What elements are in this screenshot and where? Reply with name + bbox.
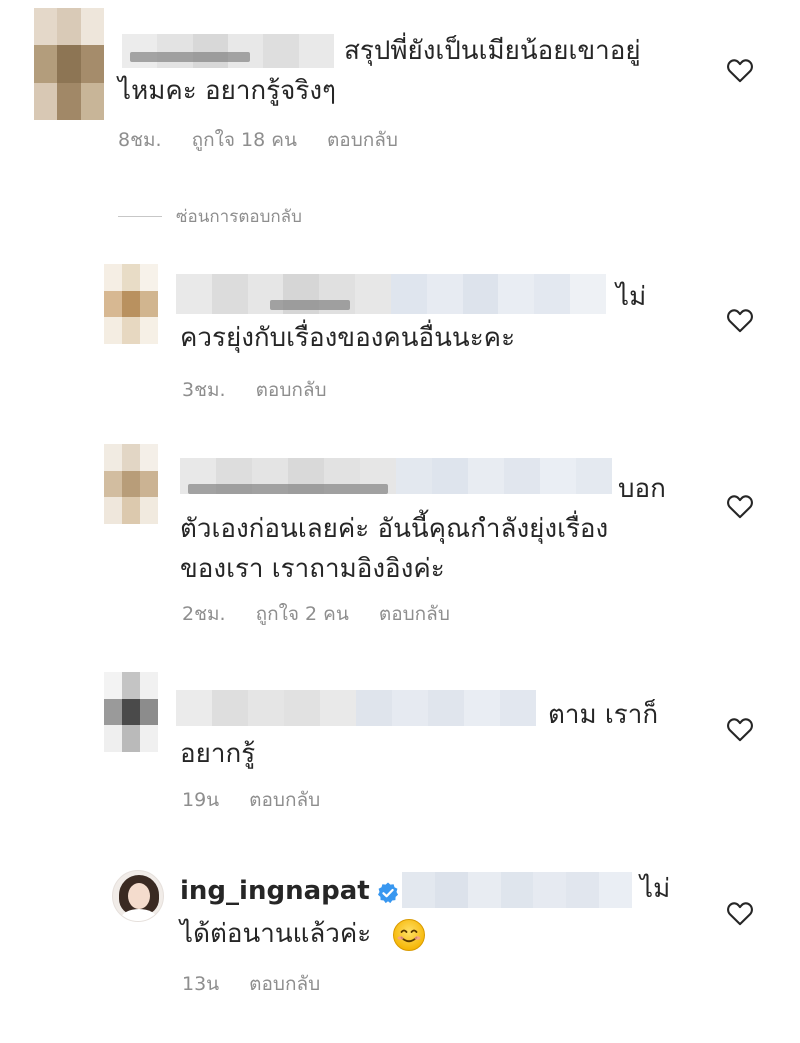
username-blurred[interactable] <box>176 274 606 314</box>
comment-time: 3ชม. <box>182 379 226 401</box>
comment-text-line: ตาม เราก็ <box>548 700 659 730</box>
smiling-face-emoji <box>392 918 426 952</box>
comment-username[interactable]: ing_ingnapat <box>180 876 370 906</box>
heart-outline-icon[interactable] <box>726 57 754 83</box>
avatar-pixelated[interactable] <box>104 672 158 752</box>
comment-text-line: ควรยุ่งกับเรื่องของคนอื่นนะคะ <box>180 323 516 353</box>
comment-likes[interactable]: ถูกใจ 18 คน <box>192 128 297 152</box>
heart-outline-icon[interactable] <box>726 493 754 519</box>
username-blur-stroke <box>188 484 388 494</box>
reply-button[interactable]: ตอบกลับ <box>327 128 398 152</box>
heart-outline-icon[interactable] <box>726 716 754 742</box>
username-blurred[interactable] <box>122 34 334 68</box>
comment-meta: 2ชม. ถูกใจ 2 คน ตอบกลับ <box>182 602 450 626</box>
reply-button[interactable]: ตอบกลับ <box>379 602 450 626</box>
verified-badge-icon <box>376 881 400 905</box>
comment-meta: 8ชม. ถูกใจ 18 คน ตอบกลับ <box>118 128 398 152</box>
comment-time: 19น <box>182 789 220 811</box>
username-blurred[interactable] <box>176 690 536 726</box>
heart-outline-icon[interactable] <box>726 307 754 333</box>
heart-outline-icon[interactable] <box>726 900 754 926</box>
username-blur-stroke <box>270 300 350 310</box>
avatar-pixelated[interactable] <box>104 444 158 524</box>
avatar-pixelated[interactable] <box>34 8 104 120</box>
username-blur-stroke <box>130 52 250 62</box>
comment-text-line: ไม่ <box>640 874 671 904</box>
reply-mention-blurred[interactable] <box>402 872 632 908</box>
comment-text-line: อยากรู้ <box>180 739 256 769</box>
comment-text-line: ไหมคะ อยากรู้จริงๆ <box>118 76 336 106</box>
avatar[interactable] <box>112 870 164 922</box>
comment-time: 13น <box>182 973 220 995</box>
comment-text-line: ไม่ <box>616 282 647 312</box>
comment-meta: 19น ตอบกลับ <box>182 788 320 812</box>
reply-button[interactable]: ตอบกลับ <box>249 972 320 996</box>
hide-replies-label: ซ่อนการตอบกลับ <box>176 207 302 227</box>
comment-time: 2ชม. <box>182 603 226 625</box>
comment-likes[interactable]: ถูกใจ 2 คน <box>256 602 349 626</box>
comment-text-line: ได้ต่อนานแล้วค่ะ <box>180 919 372 949</box>
comment-meta: 3ชม. ตอบกลับ <box>182 378 327 402</box>
comment-text-line: ของเรา เราถามอิงอิงค่ะ <box>180 554 445 584</box>
reply-button[interactable]: ตอบกลับ <box>256 378 327 402</box>
comment-meta: 13น ตอบกลับ <box>182 972 320 996</box>
comment-time: 8ชม. <box>118 129 162 151</box>
avatar-pixelated[interactable] <box>104 264 158 344</box>
hide-replies-button[interactable]: ซ่อนการตอบกลับ <box>118 203 302 230</box>
comment-text-line: ตัวเองก่อนเลยค่ะ อันนี้คุณกำลังยุ่งเรื่อ… <box>180 514 609 544</box>
comment-text-line: บอก <box>618 474 666 504</box>
reply-button[interactable]: ตอบกลับ <box>249 788 320 812</box>
comment-text-line: สรุปพี่ยังเป็นเมียน้อยเขาอยู่ <box>344 36 641 66</box>
divider <box>118 216 162 217</box>
